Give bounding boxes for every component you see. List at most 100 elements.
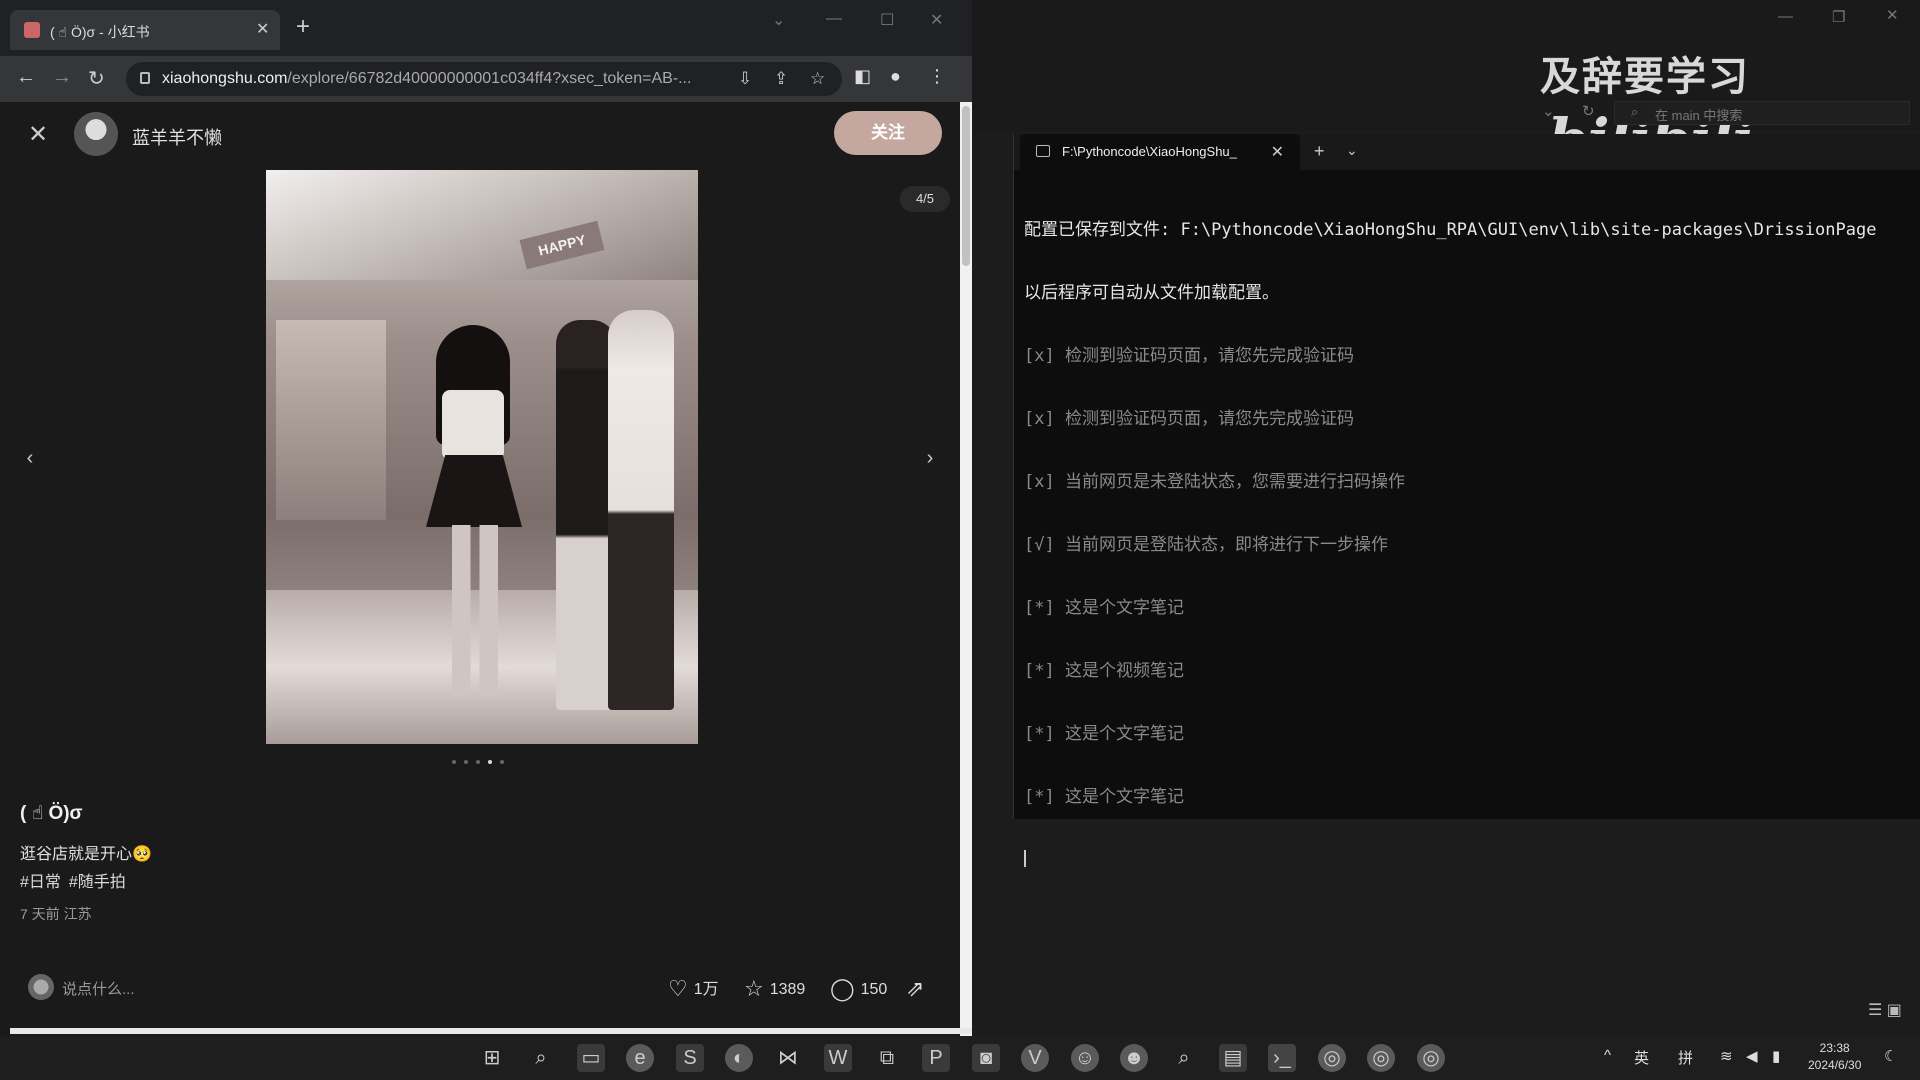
minimize-icon[interactable]: —: [1778, 8, 1793, 25]
side-panel-icon[interactable]: ◧: [854, 66, 871, 87]
pagination-dot[interactable]: [500, 760, 504, 764]
tray-overflow-icon[interactable]: ^: [1604, 1047, 1611, 1064]
close-icon[interactable]: ✕: [1886, 6, 1899, 24]
image-figure-legs: [452, 525, 498, 695]
chrome-icon[interactable]: ◎: [1367, 1044, 1395, 1072]
ime-mode[interactable]: 拼: [1678, 1047, 1693, 1068]
terminal-line: [*] 这是个视频笔记: [1024, 661, 1184, 681]
notification-icon[interactable]: ☾: [1884, 1047, 1897, 1065]
view-toggle: ☰ ▣: [1868, 1000, 1902, 1020]
image-pagination: [450, 758, 510, 768]
terminal-line: [*] 这是个文字笔记: [1024, 787, 1184, 807]
terminal-tab-strip: F:\Pythoncode\XiaoHongShu_ ✕ + ⌄: [1014, 134, 1920, 170]
tag-link[interactable]: #日常: [20, 874, 61, 891]
bookmark-star-icon[interactable]: ☆: [810, 69, 825, 89]
reload-icon[interactable]: ↻: [88, 66, 105, 91]
close-tab-icon[interactable]: ✕: [1271, 142, 1284, 162]
image-shelf: [276, 320, 386, 520]
qq-icon[interactable]: ☻: [1120, 1044, 1148, 1072]
window-switch-icon[interactable]: ⧉: [873, 1044, 901, 1072]
share-button[interactable]: ⇗: [906, 974, 930, 1001]
pagination-dot[interactable]: [452, 760, 456, 764]
explorer-search-input[interactable]: ⌕ 在 main 中搜索: [1614, 101, 1910, 125]
pagination-dot-active[interactable]: [488, 760, 492, 764]
tag-link[interactable]: #随手拍: [69, 874, 126, 891]
maximize-icon[interactable]: ☐: [880, 10, 894, 30]
terminal-tab[interactable]: F:\Pythoncode\XiaoHongShu_ ✕: [1020, 134, 1300, 170]
terminal-line: [x] 检测到验证码页面，请您先完成验证码: [1024, 346, 1354, 366]
wps-icon[interactable]: W: [824, 1044, 852, 1072]
star-icon: ☆: [744, 976, 764, 1001]
follow-button[interactable]: 关注: [834, 111, 942, 155]
note-meta: 7 天前 江苏: [20, 906, 92, 922]
close-tab-icon[interactable]: ✕: [256, 19, 269, 39]
ime-language[interactable]: 英: [1634, 1047, 1649, 1068]
terminal-output[interactable]: 配置已保存到文件: F:\Pythoncode\XiaoHongShu_RPA\…: [1024, 178, 1914, 915]
search-app-icon[interactable]: ⌕: [1170, 1044, 1198, 1072]
chevron-down-icon[interactable]: ⌄: [1346, 142, 1358, 159]
terminal-window: F:\Pythoncode\XiaoHongShu_ ✕ + ⌄ 配置已保存到文…: [1013, 134, 1920, 867]
scrollbar-thumb[interactable]: [962, 106, 970, 266]
close-window-icon[interactable]: ✕: [930, 10, 943, 30]
terminal-line: [*] 这是个文字笔记: [1024, 598, 1184, 618]
image-counter: 4/5: [900, 186, 950, 212]
refresh-icon[interactable]: ↻: [1582, 102, 1595, 120]
comment-button[interactable]: ◯ 150: [830, 974, 887, 1001]
back-icon[interactable]: ←: [16, 66, 36, 89]
author-avatar[interactable]: [74, 112, 118, 156]
browser-tab[interactable]: ( ☝ Ö)σ - 小红书 ✕: [10, 10, 280, 50]
taskbar: ⊞ ⌕ ▭ e S ◐ ⋈ W ⧉ P ◙ V ☺ ☻ ⌕ ▤ ›_ ◎ ◎ ◎…: [0, 1036, 1920, 1080]
explorer-search-placeholder: 在 main 中搜索: [1655, 108, 1743, 123]
thumbnail-view-icon[interactable]: ▣: [1887, 1002, 1902, 1019]
pagination-dot[interactable]: [464, 760, 468, 764]
profile-icon[interactable]: ●: [890, 66, 901, 87]
app-icon[interactable]: P: [922, 1044, 950, 1072]
chevron-down-icon[interactable]: ⌄: [1542, 102, 1555, 120]
next-image-icon[interactable]: ›: [910, 438, 950, 478]
pagination-dot[interactable]: [476, 760, 480, 764]
edge-icon[interactable]: e: [626, 1044, 654, 1072]
app-icon[interactable]: ◐: [725, 1044, 753, 1072]
battery-icon[interactable]: ▮: [1772, 1047, 1780, 1065]
forward-icon[interactable]: →: [52, 66, 72, 89]
collect-button[interactable]: ☆ 1389: [744, 974, 805, 1001]
minimize-icon[interactable]: —: [826, 10, 842, 28]
tab-title: ( ☝ Ö)σ - 小红书: [50, 24, 150, 40]
maximize-icon[interactable]: ❐: [1832, 8, 1845, 26]
search-icon[interactable]: ⌕: [527, 1044, 555, 1072]
like-button[interactable]: ♡ 1万: [668, 974, 719, 1001]
camera-icon[interactable]: ◙: [972, 1044, 1000, 1072]
windows-start-icon[interactable]: ⊞: [478, 1044, 506, 1072]
terminal-line: 配置已保存到文件: F:\Pythoncode\XiaoHongShu_RPA\…: [1024, 220, 1877, 240]
tab-search-icon[interactable]: ⌄: [772, 10, 785, 30]
author-name[interactable]: 蓝羊羊不懒: [132, 124, 222, 150]
share-icon: ⇗: [906, 976, 925, 1001]
new-tab-icon[interactable]: +: [1314, 141, 1325, 162]
terminal-cursor: [1024, 850, 1026, 867]
xiaohongshu-favicon-icon: [24, 22, 40, 38]
visual-studio-icon[interactable]: ⋈: [774, 1044, 802, 1072]
menu-icon[interactable]: ⋮: [928, 66, 946, 87]
prev-image-icon[interactable]: ‹: [10, 438, 50, 478]
new-tab-button[interactable]: +: [296, 13, 310, 41]
close-note-icon[interactable]: ✕: [28, 120, 48, 149]
vscode-icon[interactable]: V: [1021, 1044, 1049, 1072]
clock[interactable]: 23:38 2024/6/30: [1808, 1040, 1861, 1074]
note-image[interactable]: HAPPY: [266, 170, 698, 744]
wechat-icon[interactable]: ☺: [1071, 1044, 1099, 1072]
share-icon[interactable]: ⇪: [774, 69, 788, 89]
chrome-icon[interactable]: ◎: [1318, 1044, 1346, 1072]
chrome-icon[interactable]: ◎: [1417, 1044, 1445, 1072]
page-scrollbar[interactable]: [960, 102, 972, 1036]
sublime-icon[interactable]: S: [676, 1044, 704, 1072]
note-tags: #日常 #随手拍: [20, 868, 134, 892]
address-bar[interactable]: xiaohongshu.com/explore/66782d4000000000…: [126, 62, 842, 96]
terminal-icon[interactable]: ›_: [1268, 1044, 1296, 1072]
task-view-icon[interactable]: ▭: [577, 1044, 605, 1072]
wifi-icon[interactable]: ≋: [1720, 1047, 1733, 1065]
comment-input[interactable]: 说点什么...: [62, 978, 135, 999]
volume-icon[interactable]: ◀: [1746, 1047, 1758, 1065]
details-view-icon[interactable]: ☰: [1868, 1002, 1882, 1019]
file-explorer-icon[interactable]: ▤: [1219, 1044, 1247, 1072]
install-app-icon[interactable]: ⇩: [738, 69, 752, 89]
